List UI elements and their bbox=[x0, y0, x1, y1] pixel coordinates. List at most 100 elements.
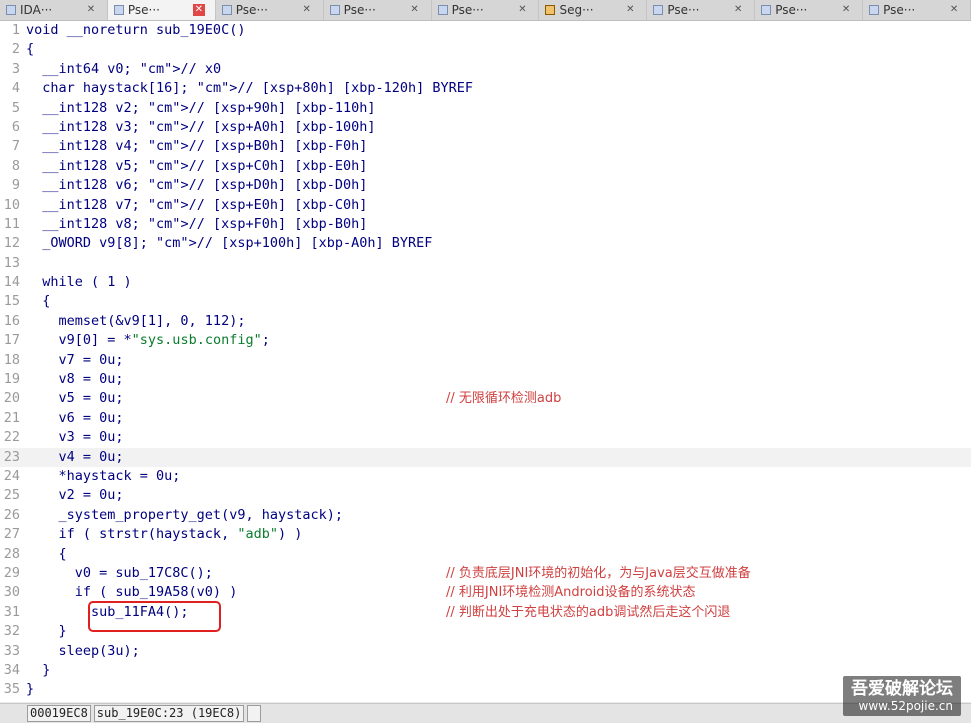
close-icon[interactable]: ✕ bbox=[192, 4, 205, 16]
code-text: __int128 v2; "cm">// [xsp+90h] [xbp-110h… bbox=[26, 99, 376, 116]
line-number: 4 bbox=[11, 80, 20, 97]
document-icon bbox=[761, 5, 772, 15]
line-number: 19 bbox=[3, 371, 20, 388]
line-number: 6 bbox=[11, 118, 20, 135]
code-line[interactable]: 21 v6 = 0u; bbox=[0, 409, 971, 428]
code-line[interactable]: 24 *haystack = 0u; bbox=[0, 467, 971, 486]
code-line[interactable]: 3 __int64 v0; "cm">// x0 bbox=[0, 60, 971, 79]
code-line[interactable]: 25 v2 = 0u; bbox=[0, 486, 971, 505]
document-icon bbox=[221, 5, 232, 15]
code-line[interactable]: 30 if ( sub_19A58(v0) ) // 利用JNI环境检测Andro… bbox=[0, 583, 971, 602]
tab-label: Pse··· bbox=[127, 3, 160, 17]
code-text: __int128 v8; "cm">// [xsp+F0h] [xbp-B0h] bbox=[26, 215, 368, 232]
code-line[interactable]: 8 __int128 v5; "cm">// [xsp+C0h] [xbp-E0… bbox=[0, 157, 971, 176]
close-icon[interactable]: ✕ bbox=[301, 4, 313, 16]
tab-3[interactable]: Pse··· ✕ bbox=[324, 0, 432, 20]
code-line[interactable]: 22 v3 = 0u; bbox=[0, 428, 971, 447]
code-text: *haystack = 0u; bbox=[26, 467, 181, 484]
line-number: 11 bbox=[3, 215, 20, 232]
tab-5[interactable]: Seg··· ✕ bbox=[539, 0, 648, 20]
line-number: 9 bbox=[11, 177, 20, 194]
code-line[interactable]: 29 v0 = sub_17C8C(); // 负责底层JNI环境的初始化，为与J… bbox=[0, 564, 971, 583]
status-empty-field bbox=[247, 705, 262, 722]
segments-icon bbox=[545, 5, 556, 15]
code-line[interactable]: 34 } bbox=[0, 661, 971, 680]
close-icon[interactable]: ✕ bbox=[624, 4, 636, 16]
close-icon[interactable]: ✕ bbox=[409, 4, 421, 16]
code-line[interactable]: 10 __int128 v7; "cm">// [xsp+E0h] [xbp-C… bbox=[0, 196, 971, 215]
line-number: 34 bbox=[3, 661, 20, 678]
code-line[interactable]: 13 bbox=[0, 254, 971, 273]
code-line[interactable]: 4 char haystack[16]; "cm">// [xsp+80h] [… bbox=[0, 79, 971, 98]
code-text: v8 = 0u; bbox=[26, 371, 124, 388]
code-text: __int128 v5; "cm">// [xsp+C0h] [xbp-E0h] bbox=[26, 157, 368, 174]
line-number: 14 bbox=[3, 274, 20, 291]
code-text: v4 = 0u; bbox=[26, 448, 124, 465]
code-text: memset(&v9[1], 0, 112); bbox=[26, 312, 246, 329]
tab-7[interactable]: Pse··· ✕ bbox=[755, 0, 864, 20]
tab-label: Pse··· bbox=[451, 3, 484, 17]
close-icon[interactable]: ✕ bbox=[840, 4, 852, 16]
code-line[interactable]: 1 void __noreturn sub_19E0C() bbox=[0, 21, 971, 40]
code-comment: // 负责底层JNI环境的初始化，为与Java层交互做准备 bbox=[446, 565, 751, 581]
watermark-url: www.52pojie.cn bbox=[858, 699, 953, 713]
code-line[interactable]: 33 sleep(3u); bbox=[0, 642, 971, 661]
code-line[interactable]: 14 while ( 1 ) bbox=[0, 273, 971, 292]
close-icon[interactable]: ✕ bbox=[948, 4, 960, 16]
tab-label: IDA··· bbox=[20, 3, 53, 17]
close-icon[interactable]: ✕ bbox=[516, 4, 528, 16]
tab-4[interactable]: Pse··· ✕ bbox=[432, 0, 540, 20]
code-line[interactable]: 9 __int128 v6; "cm">// [xsp+D0h] [xbp-D0… bbox=[0, 176, 971, 195]
code-line[interactable]: 16 memset(&v9[1], 0, 112); bbox=[0, 312, 971, 331]
code-line[interactable]: 11 __int128 v8; "cm">// [xsp+F0h] [xbp-B… bbox=[0, 215, 971, 234]
line-number: 35 bbox=[3, 681, 20, 698]
code-line[interactable]: 26 _system_property_get(v9, haystack); bbox=[0, 506, 971, 525]
tab-bar: IDA··· ✕ Pse··· ✕ Pse··· ✕ Pse··· ✕ Pse··· ✕ Seg··… bbox=[0, 0, 971, 21]
code-comment: // 无限循环检测adb bbox=[446, 391, 562, 407]
line-number: 5 bbox=[11, 99, 20, 116]
code-line[interactable]: 32 } bbox=[0, 622, 971, 641]
tab-label: Seg··· bbox=[559, 3, 594, 17]
code-text: _OWORD v9[8]; "cm">// [xsp+100h] [xbp-A0… bbox=[26, 235, 433, 252]
code-line[interactable]: 20 v5 = 0u; // 无限循环检测adb bbox=[0, 389, 971, 408]
code-text: { bbox=[26, 545, 67, 562]
code-text: __int128 v4; "cm">// [xsp+B0h] [xbp-F0h] bbox=[26, 138, 368, 155]
code-line[interactable]: 23 v4 = 0u; bbox=[0, 447, 971, 467]
code-text: { bbox=[26, 41, 35, 58]
code-line[interactable]: 35} bbox=[0, 680, 971, 699]
document-icon bbox=[329, 5, 340, 15]
tab-label: Pse··· bbox=[667, 3, 700, 17]
code-line[interactable]: 7 __int128 v4; "cm">// [xsp+B0h] [xbp-F0… bbox=[0, 137, 971, 156]
code-line[interactable]: 12 _OWORD v9[8]; "cm">// [xsp+100h] [xbp… bbox=[0, 234, 971, 253]
code-line[interactable]: 27 if ( strstr(haystack, "adb") ) bbox=[0, 525, 971, 544]
watermark-title: 吾爱破解论坛 bbox=[851, 679, 953, 699]
code-text: v9[0] = *"sys.usb.config"; bbox=[26, 332, 270, 349]
tab-0[interactable]: IDA··· ✕ bbox=[0, 0, 108, 20]
code-line[interactable]: 5 __int128 v2; "cm">// [xsp+90h] [xbp-11… bbox=[0, 99, 971, 118]
document-icon bbox=[653, 5, 664, 15]
code-line[interactable]: 17 v9[0] = *"sys.usb.config"; bbox=[0, 331, 971, 350]
pseudocode-view[interactable]: 1 void __noreturn sub_19E0C() 2{3 __int64 … bbox=[0, 21, 971, 702]
code-line[interactable]: 15 { bbox=[0, 292, 971, 311]
tab-8[interactable]: Pse··· ✕ bbox=[863, 0, 971, 20]
document-icon bbox=[869, 5, 880, 15]
line-number: 17 bbox=[3, 332, 20, 349]
line-number: 30 bbox=[3, 584, 20, 601]
line-number: 20 bbox=[3, 390, 20, 407]
watermark: 吾爱破解论坛 www.52pojie.cn bbox=[843, 676, 961, 716]
tab-6[interactable]: Pse··· ✕ bbox=[647, 0, 756, 20]
tab-2[interactable]: Pse··· ✕ bbox=[216, 0, 324, 20]
code-line[interactable]: 18 v7 = 0u; bbox=[0, 351, 971, 370]
line-number: 18 bbox=[3, 351, 20, 368]
line-number: 33 bbox=[3, 642, 20, 659]
close-icon[interactable]: ✕ bbox=[732, 4, 744, 16]
tab-label: Pse··· bbox=[235, 3, 268, 17]
code-line[interactable]: 6 __int128 v3; "cm">// [xsp+A0h] [xbp-10… bbox=[0, 118, 971, 137]
tab-1[interactable]: Pse··· ✕ bbox=[107, 0, 216, 20]
code-line[interactable]: 2{ bbox=[0, 40, 971, 59]
code-line[interactable]: 19 v8 = 0u; bbox=[0, 370, 971, 389]
close-icon[interactable]: ✕ bbox=[85, 4, 97, 16]
code-line[interactable]: 28 { bbox=[0, 545, 971, 564]
code-line[interactable]: 31 sub_11FA4(); // 判断出处于充电状态的adb调试然后走这个闪退 bbox=[0, 603, 971, 622]
line-number: 26 bbox=[3, 506, 20, 523]
